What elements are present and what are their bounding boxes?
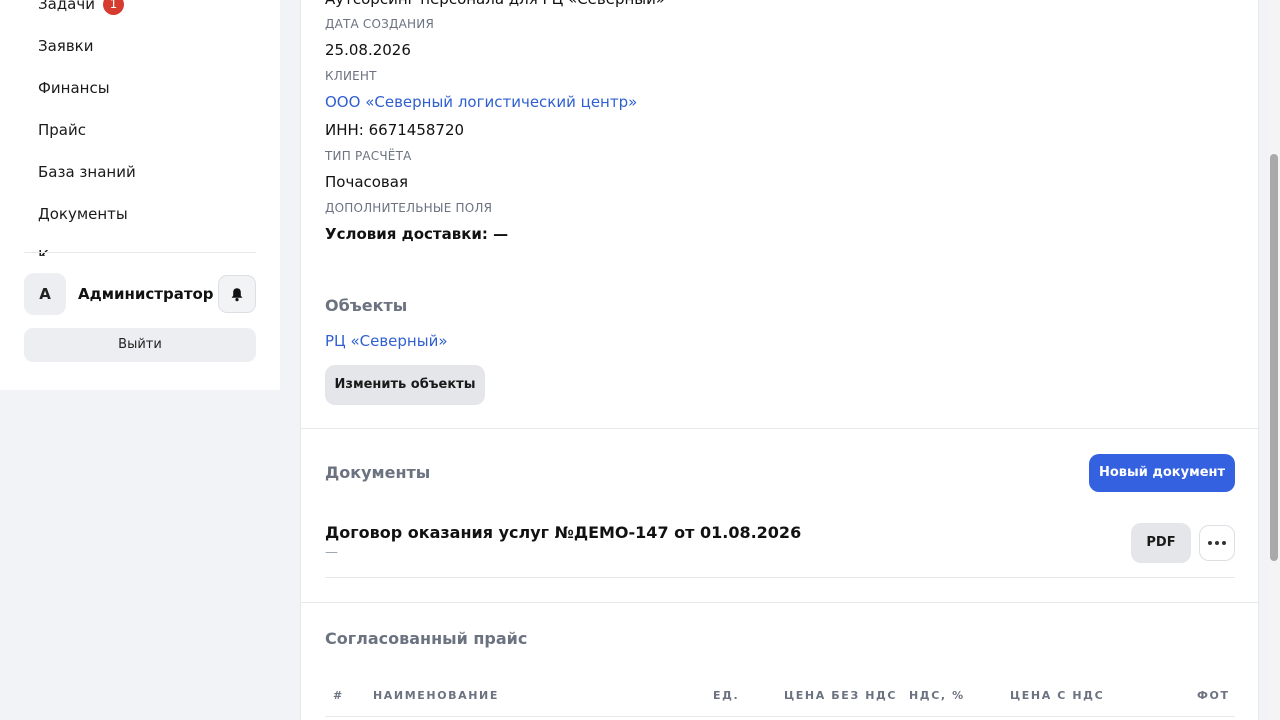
document-row-divider [325,577,1235,578]
objects-section-title: Объекты [325,296,408,315]
payment-type-label: ТИП РАСЧЁТА [325,149,412,163]
avatar: А [24,273,66,315]
price-section-title: Согласованный прайс [325,629,528,648]
section-divider [301,602,1259,603]
column-header-payroll: ФОТ [1197,689,1230,702]
client-link[interactable]: ООО «Северный логистический центр» [325,93,637,111]
notifications-button[interactable] [218,275,256,313]
new-document-button[interactable]: Новый документ [1089,454,1235,492]
sidebar-item-tasks[interactable]: Задачи 1 [38,0,124,15]
created-date-label: ДАТА СОЗДАНИЯ [325,17,434,31]
payment-type-value: Почасовая [325,173,408,191]
more-dots-icon [1208,541,1226,545]
table-header-divider [325,716,1235,717]
sidebar-item-label: Финансы [38,79,110,97]
tasks-count-badge: 1 [102,0,124,15]
column-header-name: НАИМЕНОВАНИЕ [373,689,499,702]
column-header-unit: ЕД. [713,689,740,702]
column-header-price-without-vat: ЦЕНА БЕЗ НДС [784,689,898,702]
sidebar-divider [24,252,256,253]
sidebar-item-label: Документы [38,205,128,223]
section-divider [301,428,1259,429]
sidebar-item-finance[interactable]: Финансы [38,79,110,97]
sidebar-item-requests[interactable]: Заявки [38,37,93,55]
column-header-vat-percent: НДС, % [909,689,965,702]
user-name: Администратор [78,285,214,303]
client-label: КЛИЕНТ [325,69,377,83]
sidebar-item-documents[interactable]: Документы [38,205,128,223]
documents-section-title: Документы [325,463,431,482]
bell-icon [231,287,243,301]
sidebar-item-label: Прайс [38,121,86,139]
sidebar-item-label: База знаний [38,163,136,181]
client-inn: ИНН: 6671458720 [325,121,465,139]
extra-fields-value: Условия доставки: — [325,225,509,243]
sidebar: Задачи 1 Заявки Финансы Прайс База знаний… [0,0,280,390]
order-title: Аутсорсинг персонала для РЦ «Северный» [325,0,665,8]
logout-button[interactable]: Выйти [24,328,256,362]
edit-objects-button[interactable]: Изменить объекты [325,365,485,405]
column-header-number: # [333,689,344,702]
sidebar-item-knowledge-base[interactable]: База знаний [38,163,136,181]
sidebar-nav: Задачи 1 Заявки Финансы Прайс База знаний… [0,0,280,256]
sidebar-item-price[interactable]: Прайс [38,121,86,139]
sidebar-item-label: Задачи [38,0,95,13]
document-subtitle: — [325,545,338,560]
scrollbar-thumb[interactable] [1270,154,1278,561]
pdf-button[interactable]: PDF [1131,523,1191,563]
document-title: Договор оказания услуг №ДЕМО-147 от 01.0… [325,523,802,542]
object-link[interactable]: РЦ «Северный» [325,332,448,350]
extra-fields-label: ДОПОЛНИТЕЛЬНЫЕ ПОЛЯ [325,201,493,215]
created-date-value: 25.08.2026 [325,41,411,59]
document-more-button[interactable] [1199,525,1235,561]
column-header-price-with-vat: ЦЕНА С НДС [1010,689,1105,702]
sidebar-item-label: Заявки [38,37,94,55]
